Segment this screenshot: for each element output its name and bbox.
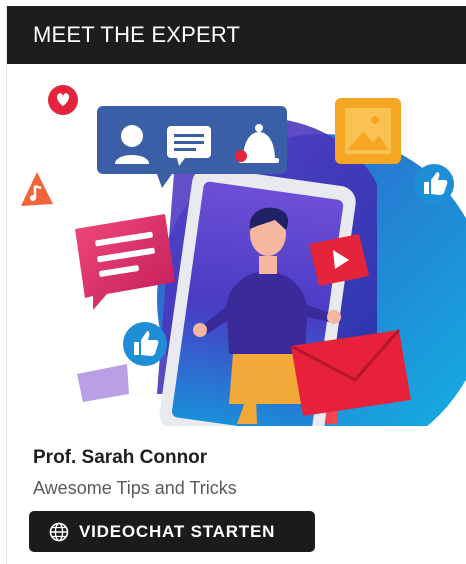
expert-card: MEET THE EXPERT Prof. Sarah Connor Aweso…: [6, 6, 466, 564]
social-media-illustration: [21, 85, 466, 426]
large-thumbs-up-icon: [123, 322, 167, 366]
expert-tagline: Awesome Tips and Tricks: [33, 478, 237, 498]
music-note-icon: [21, 172, 53, 206]
thumbs-up-icon: [414, 164, 454, 204]
decorative-shape: [77, 364, 129, 402]
start-videochat-label: VIDEOCHAT STARTEN: [79, 521, 276, 541]
globe-icon: [49, 522, 69, 541]
start-videochat-button[interactable]: VIDEOCHAT STARTEN: [29, 511, 315, 552]
card-header-title: MEET THE EXPERT: [33, 22, 241, 47]
expert-name: Prof. Sarah Connor: [33, 447, 208, 468]
card-header: MEET THE EXPERT: [7, 6, 466, 64]
expert-illustration: [7, 64, 466, 426]
image-icon: [335, 98, 401, 164]
heart-icon: [48, 85, 78, 115]
